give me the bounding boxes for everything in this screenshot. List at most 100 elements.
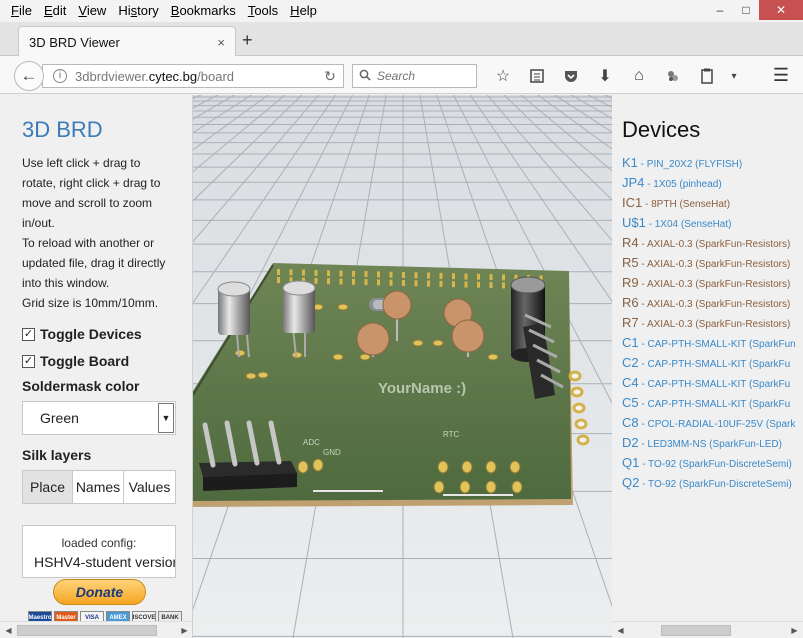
- search-icon: [359, 69, 371, 84]
- device-item[interactable]: Q2 - TO-92 (SparkFun-DiscreteSemi): [622, 473, 803, 493]
- clipboard-icon[interactable]: [690, 65, 724, 87]
- checkbox-icon[interactable]: ✓: [22, 354, 35, 368]
- menu-file[interactable]: File: [0, 0, 38, 22]
- extension-icon[interactable]: [656, 65, 690, 87]
- url-path: /board: [197, 68, 235, 84]
- device-desc: - AXIAL-0.3 (SparkFun-Resistors): [638, 319, 791, 330]
- device-item[interactable]: JP4 - 1X05 (pinhead): [622, 173, 803, 193]
- device-desc: - CAP-PTH-SMALL-KIT (SparkFun: [638, 339, 796, 350]
- device-desc: - TO-92 (SparkFun-DiscreteSemi): [639, 479, 792, 490]
- instruction-line: updated file, drag it directly: [22, 256, 166, 270]
- hamburger-menu-icon[interactable]: ☰: [773, 65, 789, 86]
- device-ref: C1: [622, 335, 639, 350]
- device-ref: C5: [622, 395, 639, 410]
- device-ref: C4: [622, 375, 639, 390]
- navigation-bar: i 3dbrdviewer.cytec.bg/board ↻ ← ☆ ⬇ ⌂ ▾…: [0, 56, 803, 94]
- donate-button[interactable]: Donate: [53, 579, 146, 605]
- device-item[interactable]: K1 - PIN_20X2 (FLYFISH): [622, 153, 803, 173]
- device-item[interactable]: R7 - AXIAL-0.3 (SparkFun-Resistors): [622, 313, 803, 333]
- left-panel: 3D BRD Use left click + drag to rotate, …: [0, 95, 193, 638]
- scroll-left-icon[interactable]: ◀: [612, 626, 629, 635]
- device-item[interactable]: R6 - AXIAL-0.3 (SparkFun-Resistors): [622, 293, 803, 313]
- tab-3d-brd-viewer[interactable]: 3D BRD Viewer ×: [18, 26, 236, 57]
- right-panel: Devices K1 - PIN_20X2 (FLYFISH) JP4 - 1X0…: [612, 95, 803, 638]
- left-panel-scrollbar[interactable]: ◀ ▶: [0, 621, 192, 638]
- soldermask-select[interactable]: Green ▼: [22, 401, 176, 435]
- device-list: K1 - PIN_20X2 (FLYFISH) JP4 - 1X05 (pinhe…: [622, 153, 803, 493]
- menu-bookmarks[interactable]: Bookmarks: [165, 0, 242, 22]
- menu-view[interactable]: View: [72, 0, 112, 22]
- device-ref: R5: [622, 255, 639, 270]
- toggle-devices-label: Toggle Devices: [40, 326, 142, 342]
- toolbar-icons: ☆ ⬇ ⌂ ▾: [486, 65, 744, 87]
- device-item[interactable]: C2 - CAP-PTH-SMALL-KIT (SparkFu: [622, 353, 803, 373]
- soldermask-value: Green: [40, 410, 79, 426]
- device-item[interactable]: U$1 - 1X04 (SenseHat): [622, 213, 803, 233]
- device-item[interactable]: C5 - CAP-PTH-SMALL-KIT (SparkFu: [622, 393, 803, 413]
- scroll-right-icon[interactable]: ▶: [176, 626, 192, 635]
- device-desc: - 1X04 (SenseHat): [645, 219, 732, 230]
- minimize-button[interactable]: –: [707, 0, 733, 20]
- device-desc: - PIN_20X2 (FLYFISH): [637, 159, 743, 170]
- board-silk-gnd: GND: [323, 448, 341, 457]
- silk-names-button[interactable]: Names: [72, 470, 124, 504]
- url-bar[interactable]: i 3dbrdviewer.cytec.bg/board ↻: [42, 64, 344, 88]
- device-item[interactable]: C8 - CPOL-RADIAL-10UF-25V (Spark: [622, 413, 803, 433]
- search-input[interactable]: [377, 69, 473, 83]
- download-icon[interactable]: ⬇: [588, 65, 622, 87]
- search-bar[interactable]: [352, 64, 477, 88]
- menu-edit[interactable]: Edit: [38, 0, 72, 22]
- reader-list-icon[interactable]: [520, 65, 554, 87]
- maximize-button[interactable]: □: [733, 0, 759, 20]
- device-item[interactable]: IC1 - 8PTH (SenseHat): [622, 193, 803, 213]
- device-item[interactable]: Q1 - TO-92 (SparkFun-DiscreteSemi): [622, 453, 803, 473]
- device-item[interactable]: R9 - AXIAL-0.3 (SparkFun-Resistors): [622, 273, 803, 293]
- instruction-line: into this window.: [22, 276, 110, 290]
- menu-help[interactable]: Help: [284, 0, 323, 22]
- device-item[interactable]: R4 - AXIAL-0.3 (SparkFun-Resistors): [622, 233, 803, 253]
- menu-tools[interactable]: Tools: [242, 0, 284, 22]
- chevron-down-icon[interactable]: ▼: [158, 403, 174, 433]
- scroll-thumb[interactable]: [17, 624, 157, 636]
- url-text[interactable]: 3dbrdviewer.cytec.bg/board: [75, 69, 317, 84]
- silk-place-button[interactable]: Place: [22, 470, 73, 504]
- menu-history[interactable]: History: [112, 0, 164, 22]
- scroll-left-icon[interactable]: ◀: [0, 626, 17, 635]
- tab-title: 3D BRD Viewer: [29, 34, 120, 50]
- device-item[interactable]: D2 - LED3MM-NS (SparkFun-LED): [622, 433, 803, 453]
- device-ref: IC1: [622, 195, 643, 210]
- pocket-icon[interactable]: [554, 65, 588, 87]
- device-ref: C2: [622, 355, 639, 370]
- new-tab-button[interactable]: +: [242, 30, 253, 51]
- device-desc: - CAP-PTH-SMALL-KIT (SparkFu: [638, 359, 791, 370]
- device-item[interactable]: C1 - CAP-PTH-SMALL-KIT (SparkFun: [622, 333, 803, 353]
- device-desc: - CPOL-RADIAL-10UF-25V (Spark: [638, 419, 796, 430]
- device-desc: - LED3MM-NS (SparkFun-LED): [638, 439, 782, 450]
- board-silk-rtc: RTC: [443, 430, 460, 439]
- right-panel-scrollbar[interactable]: ◀ ▶: [612, 621, 803, 638]
- 3d-viewport[interactable]: YourName :) ADC GND RTC: [193, 95, 612, 638]
- bookmark-star-icon[interactable]: ☆: [486, 65, 520, 87]
- tab-close-icon[interactable]: ×: [217, 35, 225, 50]
- device-item[interactable]: R5 - AXIAL-0.3 (SparkFun-Resistors): [622, 253, 803, 273]
- device-desc: - 8PTH (SenseHat): [642, 199, 731, 210]
- board-render[interactable]: YourName :) ADC GND RTC: [193, 95, 612, 638]
- scroll-right-icon[interactable]: ▶: [786, 626, 803, 635]
- scroll-thumb[interactable]: [661, 624, 731, 636]
- site-info-icon[interactable]: i: [53, 69, 67, 83]
- silk-layer-buttons: Place Names Values: [22, 470, 176, 504]
- back-button[interactable]: ←: [14, 61, 44, 91]
- device-ref: U$1: [622, 215, 646, 230]
- device-desc: - AXIAL-0.3 (SparkFun-Resistors): [638, 279, 791, 290]
- home-icon[interactable]: ⌂: [622, 65, 656, 87]
- toggle-board-checkbox[interactable]: ✓ Toggle Board: [22, 353, 129, 369]
- device-item[interactable]: C4 - CAP-PTH-SMALL-KIT (SparkFu: [622, 373, 803, 393]
- silk-layers-label: Silk layers: [22, 447, 92, 463]
- close-window-button[interactable]: ✕: [759, 0, 803, 20]
- checkbox-icon[interactable]: ✓: [22, 327, 35, 341]
- reload-icon[interactable]: ↻: [317, 68, 343, 85]
- chevron-down-icon[interactable]: ▾: [724, 65, 744, 87]
- toggle-devices-checkbox[interactable]: ✓ Toggle Devices: [22, 326, 142, 342]
- device-ref: R4: [622, 235, 639, 250]
- silk-values-button[interactable]: Values: [123, 470, 176, 504]
